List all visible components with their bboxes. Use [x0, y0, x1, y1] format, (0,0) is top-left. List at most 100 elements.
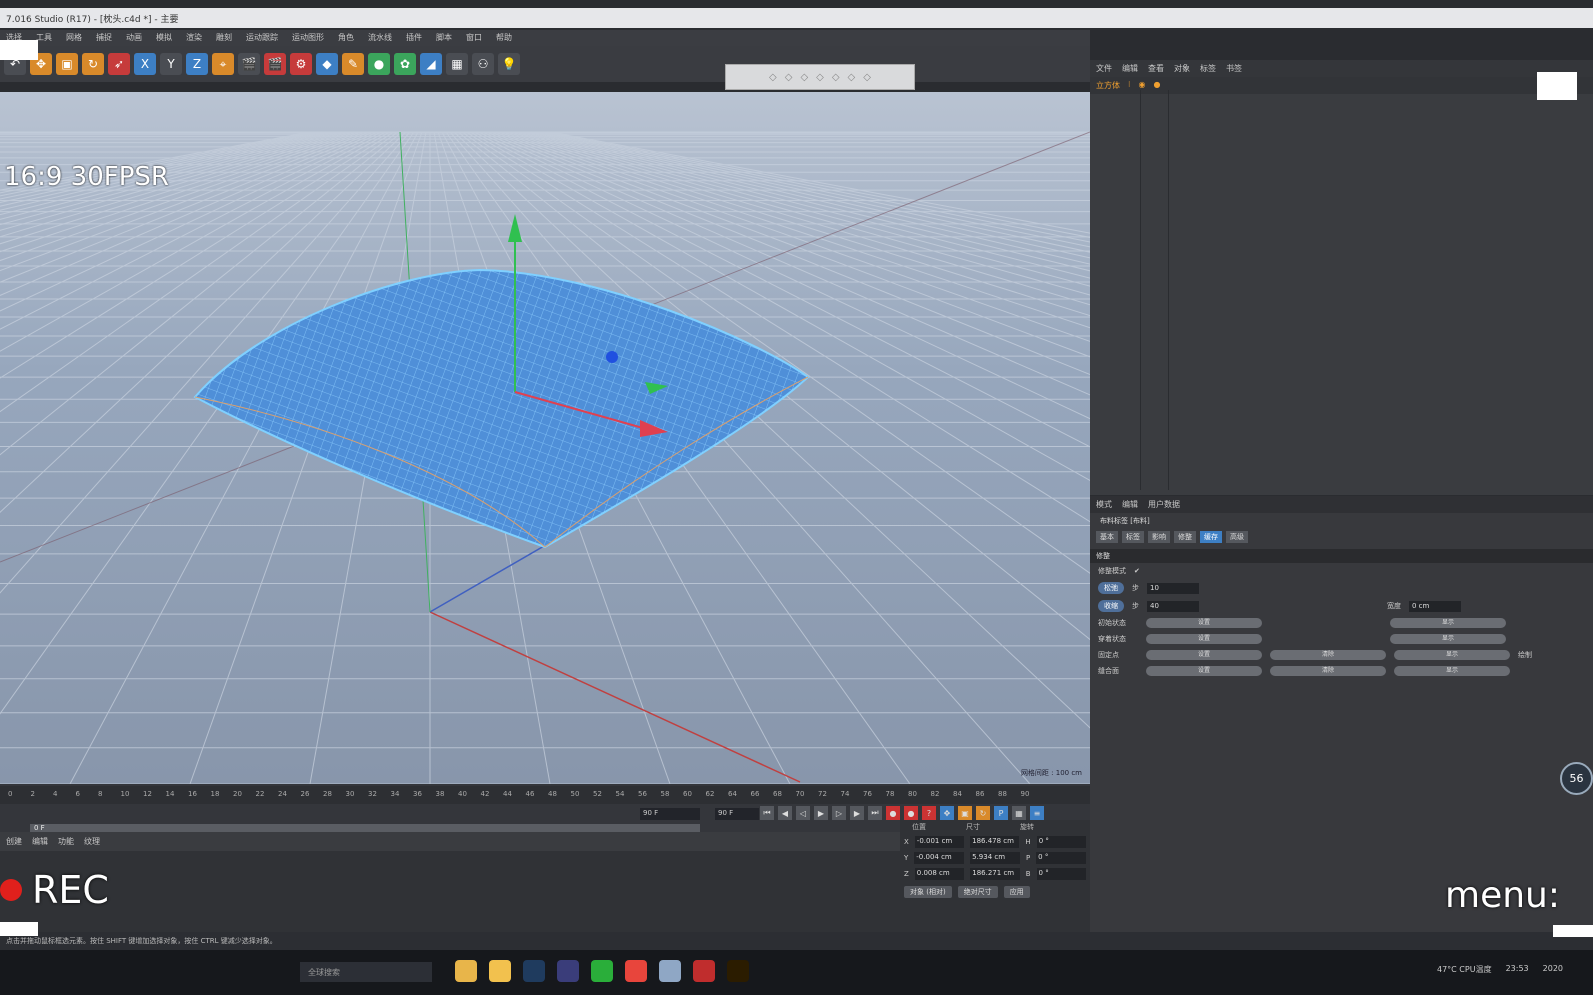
position-field[interactable]: -0.004 cm	[914, 852, 965, 864]
palette-icon-6[interactable]: ◇	[848, 72, 856, 83]
palette-icon-1[interactable]: ◇	[769, 72, 777, 83]
goto-end-icon[interactable]: ⏭	[868, 806, 882, 820]
y-axis-button[interactable]: Y	[160, 53, 182, 75]
explorer-icon[interactable]	[455, 960, 477, 982]
cinema4d-icon[interactable]	[557, 960, 579, 982]
attribute-subtab[interactable]: 标签	[1122, 531, 1144, 543]
clock-date[interactable]: 2020	[1543, 964, 1563, 975]
menu-item[interactable]: 工具	[36, 32, 52, 44]
palette-icon-2[interactable]: ◇	[785, 72, 793, 83]
object-menu-item[interactable]: 书签	[1226, 63, 1242, 74]
timeline-menu-icon[interactable]: ≡	[1030, 806, 1044, 820]
material-menu-item[interactable]: 创建	[6, 836, 22, 847]
menu-label[interactable]: menu:	[1445, 875, 1560, 916]
seam-clear-button[interactable]: 清除	[1270, 666, 1386, 676]
timeline-ruler[interactable]: 0 2 4 6 8 10 12 14 16 18 20 22 24 26 28 30 32 34 36 38 40 42 4…	[0, 786, 1090, 804]
object-tree-item[interactable]: 立方体	[1096, 80, 1120, 91]
chrome-icon[interactable]	[625, 960, 647, 982]
apply-button[interactable]: 应用	[1003, 886, 1030, 898]
object-menu-item[interactable]: 对象	[1174, 63, 1190, 74]
next-key-icon[interactable]: ▶	[850, 806, 864, 820]
render-settings-icon[interactable]: ⚙	[290, 53, 312, 75]
gizmo-z-handle[interactable]	[606, 351, 618, 363]
photoshop-icon[interactable]	[523, 960, 545, 982]
seam-show-button[interactable]: 显示	[1394, 666, 1510, 676]
menu-item[interactable]: 运动跟踪	[246, 32, 278, 44]
attribute-menu-item[interactable]: 用户数据	[1148, 499, 1180, 510]
scale-tool-icon[interactable]: ▣	[56, 53, 78, 75]
dress-mode-checkbox[interactable]: ✔	[1134, 567, 1140, 575]
wechat-icon[interactable]	[591, 960, 613, 982]
object-menu-item[interactable]: 查看	[1148, 63, 1164, 74]
netease-music-icon[interactable]	[693, 960, 715, 982]
palette-icon-3[interactable]: ◇	[800, 72, 808, 83]
timeline-scrubber[interactable]	[30, 824, 700, 832]
store-icon[interactable]	[489, 960, 511, 982]
menu-item[interactable]: 网格	[66, 32, 82, 44]
relax-step-field[interactable]: 10	[1147, 582, 1199, 594]
light-icon[interactable]: 💡	[498, 53, 520, 75]
pla-key-icon[interactable]: ▦	[1012, 806, 1026, 820]
deformer-icon[interactable]: ◢	[420, 53, 442, 75]
clock-time[interactable]: 23:53	[1506, 964, 1529, 975]
menu-item[interactable]: 模拟	[156, 32, 172, 44]
palette-icon-5[interactable]: ◇	[832, 72, 840, 83]
scale-key-icon[interactable]: ▣	[958, 806, 972, 820]
dress-state-set-button[interactable]: 设置	[1146, 634, 1262, 644]
end-frame-field[interactable]: 90 F	[640, 808, 700, 820]
cube-icon[interactable]: ◆	[316, 53, 338, 75]
prev-frame-icon[interactable]: ◁	[796, 806, 810, 820]
material-menu-item[interactable]: 纹理	[84, 836, 100, 847]
position-field[interactable]: 0.008 cm	[914, 868, 965, 880]
size-field[interactable]: 186.271 cm	[970, 868, 1020, 880]
palette-icon-4[interactable]: ◇	[816, 72, 824, 83]
seam-set-button[interactable]: 设置	[1146, 666, 1262, 676]
menu-item[interactable]: 流水线	[368, 32, 392, 44]
next-frame-icon[interactable]: ▷	[832, 806, 846, 820]
shrink-button[interactable]: 收缩	[1098, 600, 1124, 612]
size-mode-dropdown[interactable]: 绝对尺寸	[957, 886, 998, 898]
phong-tag-icon[interactable]: ●	[1154, 80, 1161, 91]
relax-button[interactable]: 松弛	[1098, 582, 1124, 594]
palette-icon-7[interactable]: ◇	[863, 72, 871, 83]
material-menu-item[interactable]: 编辑	[32, 836, 48, 847]
3d-viewport[interactable]: 16:9 30FPSR 网格间距 : 100 cm	[0, 92, 1090, 784]
attribute-subtab[interactable]: 高级	[1226, 531, 1248, 543]
menu-item[interactable]: 脚本	[436, 32, 452, 44]
init-state-set-button[interactable]: 设置	[1146, 618, 1262, 628]
z-axis-button[interactable]: Z	[186, 53, 208, 75]
menu-item[interactable]: 窗口	[466, 32, 482, 44]
object-menu-item[interactable]: 标签	[1200, 63, 1216, 74]
keyframe-icon[interactable]: ?	[922, 806, 936, 820]
autokey-icon[interactable]: ●	[904, 806, 918, 820]
move-key-icon[interactable]: ✥	[940, 806, 954, 820]
menu-item[interactable]: 动画	[126, 32, 142, 44]
fix-point-show-button[interactable]: 显示	[1394, 650, 1510, 660]
rotation-field[interactable]: 0 °	[1036, 836, 1086, 848]
material-menu-item[interactable]: 功能	[58, 836, 74, 847]
array-icon[interactable]: ✿	[394, 53, 416, 75]
render-view-icon[interactable]: 🎬	[238, 53, 260, 75]
select-tool-icon[interactable]: ➶	[108, 53, 130, 75]
floor-icon[interactable]: ▦	[446, 53, 468, 75]
fix-point-clear-button[interactable]: 清除	[1270, 650, 1386, 660]
camera-icon[interactable]: ⚇	[472, 53, 494, 75]
dress-state-show-button[interactable]: 显示	[1390, 634, 1506, 644]
attribute-menu-item[interactable]: 模式	[1096, 499, 1112, 510]
attribute-subtab[interactable]: 缓存	[1200, 531, 1222, 543]
render-picture-icon[interactable]: 🎬	[264, 53, 286, 75]
x-axis-button[interactable]: X	[134, 53, 156, 75]
goto-start-icon[interactable]: ⏮	[760, 806, 774, 820]
app-icon[interactable]	[659, 960, 681, 982]
taskbar-search[interactable]: 全球搜索	[300, 962, 432, 982]
position-field[interactable]: -0.001 cm	[914, 836, 965, 848]
rotate-tool-icon[interactable]: ↻	[82, 53, 104, 75]
play-icon[interactable]: ▶	[814, 806, 828, 820]
coord-mode-dropdown[interactable]: 对象 (相对)	[904, 886, 952, 898]
menu-item[interactable]: 插件	[406, 32, 422, 44]
attribute-subtab[interactable]: 影响	[1148, 531, 1170, 543]
menu-item[interactable]: 捕捉	[96, 32, 112, 44]
rotate-key-icon[interactable]: ↻	[976, 806, 990, 820]
menu-item[interactable]: 帮助	[496, 32, 512, 44]
shrink-step-field[interactable]: 40	[1147, 600, 1199, 612]
